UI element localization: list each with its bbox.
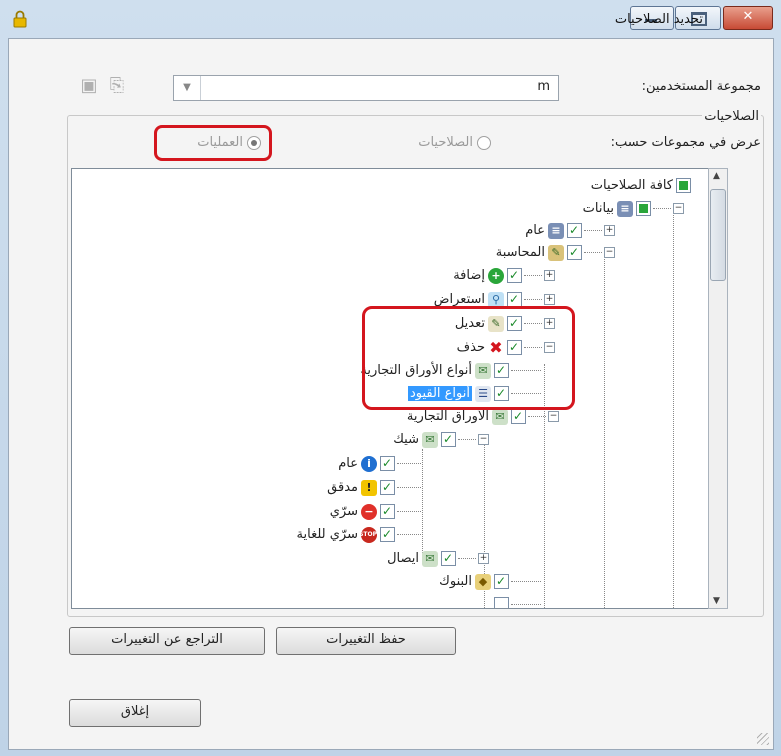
tree-checkbox[interactable] [636, 201, 651, 216]
info-icon: i [361, 455, 377, 472]
expand-icon[interactable]: + [604, 225, 615, 236]
permissions-window: ✕ تحديد الصلاحيات مجموعة المستخدمين: ▼ m… [0, 0, 781, 756]
stop-icon: STOP [359, 526, 377, 543]
tree-node-label: شيك [393, 432, 419, 447]
scroll-down-icon[interactable]: ▼ [713, 596, 720, 606]
radio-permissions-label: الصلاحيات [418, 135, 473, 150]
radio-permissions[interactable]: الصلاحيات [418, 135, 491, 150]
no-entry-icon: − [361, 503, 377, 520]
title-bar: ✕ تحديد الصلاحيات [0, 0, 781, 42]
collapse-icon[interactable]: − [548, 411, 559, 422]
chevron-down-icon[interactable]: ▼ [174, 76, 201, 100]
collapse-icon[interactable]: − [478, 434, 489, 445]
tree-node-label: المحاسبة [495, 245, 545, 260]
expand-icon[interactable]: + [544, 294, 555, 305]
add-icon: + [488, 267, 504, 284]
tree-checkbox[interactable] [441, 430, 456, 448]
tree-checkbox[interactable] [511, 407, 526, 425]
tree-node-root[interactable]: كافة الصلاحيات [591, 177, 691, 195]
tree-node-label: عام [525, 223, 545, 238]
tree-node-data[interactable]: − ≡بيانات [583, 200, 684, 218]
tree-node-label: ايصال [387, 551, 419, 566]
warning-icon: ! [361, 479, 377, 496]
permissions-section-label: الصلاحيات [702, 109, 761, 124]
scroll-thumb[interactable] [710, 189, 726, 281]
close-button[interactable]: إغلاق [69, 699, 201, 727]
tree-scrollbar[interactable]: ▲ ▼ [708, 168, 728, 609]
tree-node-label: سرّي [329, 504, 358, 519]
highlight-frame-operations-nodes [362, 306, 575, 410]
tree-checkbox[interactable] [494, 572, 509, 590]
tree-node-check-general[interactable]: iعام [338, 454, 421, 473]
close-window-button[interactable]: ✕ [723, 6, 773, 30]
database-icon: ≡ [548, 222, 564, 239]
tree-node-accounting[interactable]: − ✎المحاسبة [495, 243, 615, 262]
tree-node-partial[interactable] [491, 596, 541, 608]
tree-node-label: عام [338, 456, 358, 471]
collapse-icon[interactable]: − [604, 247, 615, 258]
revert-changes-button[interactable]: التراجع عن التغييرات [69, 627, 265, 655]
tree-node-check-top-secret[interactable]: STOPسرّي للغاية [296, 525, 421, 544]
tree-node-label: مدقق [327, 480, 358, 495]
user-group-value: m [537, 79, 550, 94]
tree-checkbox[interactable] [567, 243, 582, 261]
envelope-icon: ✉ [422, 550, 438, 567]
user-group-label: مجموعة المستخدمين: [641, 79, 761, 94]
tree-node-add[interactable]: ++إضافة [453, 266, 555, 285]
window-title: تحديد الصلاحيات [614, 12, 703, 27]
tree-node-label: استعراض [433, 292, 485, 307]
radio-dot-icon [477, 135, 491, 150]
envelope-icon: ✉ [422, 431, 438, 448]
dialog-body: مجموعة المستخدمين: ▼ m ⎘ ▣ الصلاحيات عرض… [8, 38, 774, 750]
permissions-tree[interactable]: كافة الصلاحيات −≡بيانات +≡عام −✎المحاسبة… [71, 168, 710, 609]
tree-node-check-secret[interactable]: −سرّي [329, 502, 421, 521]
database-icon: ≡ [617, 200, 633, 217]
tree-checkbox[interactable] [567, 221, 582, 239]
tree-node-label: بيانات [582, 201, 614, 216]
tree-checkbox[interactable] [494, 597, 509, 608]
bank-icon: ◆ [475, 573, 491, 590]
expand-icon[interactable]: + [544, 270, 555, 281]
tree-checkbox[interactable] [380, 502, 395, 520]
paste-icon[interactable]: ▣ [79, 75, 99, 97]
copy-icon[interactable]: ⎘ [107, 75, 127, 97]
tree-node-check[interactable]: − ✉شيك [393, 430, 489, 449]
collapse-icon[interactable]: − [673, 203, 684, 214]
tree-checkbox[interactable] [380, 525, 395, 543]
envelope-icon: ✉ [492, 408, 508, 425]
tree-checkbox[interactable] [507, 290, 522, 308]
tree-checkbox[interactable] [441, 549, 456, 567]
resize-grip-icon[interactable] [757, 733, 769, 745]
tree-node-commercial-papers[interactable]: − ✉الأوراق التجارية [406, 407, 559, 426]
highlight-frame-operations [154, 125, 272, 161]
user-group-combobox[interactable]: ▼ m [173, 75, 559, 101]
tree-node-receipt[interactable]: + ✉ايصال [387, 549, 489, 568]
view-by-label: عرض في مجموعات حسب: [610, 135, 761, 150]
save-changes-button[interactable]: حفظ التغييرات [276, 627, 456, 655]
tree-node-banks[interactable]: ◆البنوك [439, 572, 541, 591]
lock-icon [13, 10, 27, 28]
tree-node-label: الأوراق التجارية [406, 409, 489, 424]
ledger-icon: ✎ [548, 244, 564, 261]
tree-checkbox[interactable] [380, 478, 395, 496]
scroll-up-icon[interactable]: ▲ [713, 171, 720, 181]
tree-checkbox[interactable] [507, 266, 522, 284]
tree-checkbox[interactable] [676, 178, 691, 193]
tree-node-label: سرّي للغاية [296, 527, 358, 542]
tree-node-label: كافة الصلاحيات [590, 178, 673, 193]
tree-node-label: البنوك [439, 574, 472, 589]
tree-node-general[interactable]: + ≡عام [525, 221, 615, 240]
expand-icon[interactable]: + [478, 553, 489, 564]
tree-checkbox[interactable] [380, 454, 395, 472]
tree-node-label: إضافة [453, 268, 485, 283]
tree-node-check-audited[interactable]: !مدقق [327, 478, 421, 497]
